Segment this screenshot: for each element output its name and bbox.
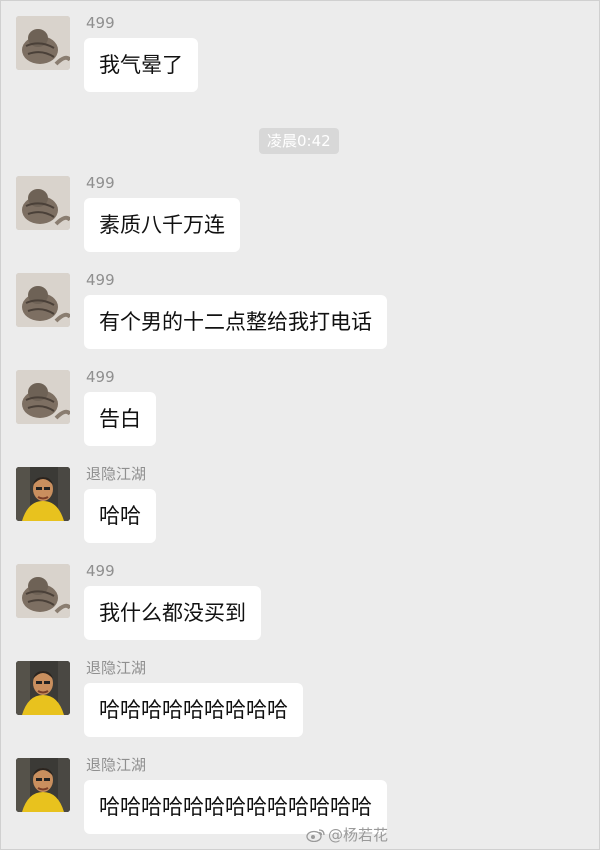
cat-avatar[interactable] (16, 16, 70, 70)
person-avatar[interactable] (16, 758, 70, 812)
cat-avatar[interactable] (16, 370, 70, 424)
watermark-text: @杨若花 (327, 826, 388, 844)
message-bubble[interactable]: 我气晕了 (84, 38, 198, 92)
sender-name: 499 (86, 174, 115, 192)
sender-name: 499 (86, 368, 115, 386)
cat-avatar[interactable] (16, 564, 70, 618)
person-avatar[interactable] (16, 467, 70, 521)
sender-name: 退隐江湖 (86, 756, 147, 774)
message-bubble[interactable]: 告白 (84, 392, 156, 446)
sender-name: 退隐江湖 (86, 659, 147, 677)
timestamp-label: 凌晨0:42 (259, 128, 339, 154)
cat-avatar[interactable] (16, 176, 70, 230)
message-bubble[interactable]: 哈哈 (84, 489, 156, 543)
person-avatar[interactable] (16, 661, 70, 715)
sender-name: 退隐江湖 (86, 465, 147, 483)
sender-name: 499 (86, 14, 115, 32)
message-bubble[interactable]: 哈哈哈哈哈哈哈哈哈 (84, 683, 303, 737)
message-bubble[interactable]: 素质八千万连 (84, 198, 240, 252)
sender-name: 499 (86, 562, 115, 580)
chat-view: 499 我气晕了 凌晨0:42 499 素质八千万连 499 有个男的十二点整给… (0, 0, 600, 850)
sender-name: 499 (86, 271, 115, 289)
cat-avatar[interactable] (16, 273, 70, 327)
weibo-watermark: @杨若花 (306, 825, 388, 845)
weibo-icon (306, 827, 326, 843)
message-bubble[interactable]: 有个男的十二点整给我打电话 (84, 295, 387, 349)
message-bubble[interactable]: 我什么都没买到 (84, 586, 261, 640)
